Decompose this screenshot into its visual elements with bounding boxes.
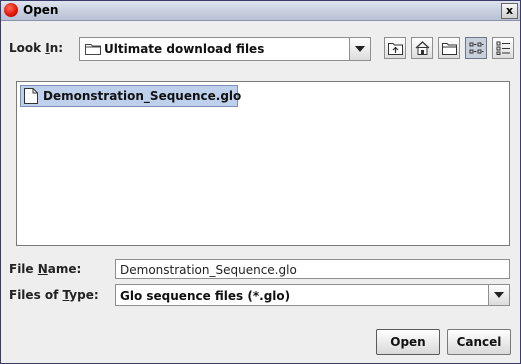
file-name-label-mnemonic: N [37, 262, 48, 276]
list-view-button[interactable] [465, 37, 487, 59]
chevron-down-icon [494, 292, 504, 298]
file-name-label-pre: File [9, 262, 38, 276]
details-view-button[interactable] [492, 37, 514, 59]
files-of-type-dropdown-button[interactable] [488, 285, 509, 305]
file-list[interactable]: Demonstration_Sequence.glo [16, 81, 510, 246]
cancel-button[interactable]: Cancel [447, 329, 511, 355]
file-name-label-post: ame: [47, 262, 82, 276]
up-one-level-icon [388, 43, 403, 55]
file-name-input-value: Demonstration_Sequence.glo [120, 263, 297, 277]
new-folder-button[interactable] [438, 37, 460, 59]
folder-icon [85, 44, 101, 55]
file-icon [24, 88, 38, 104]
files-of-type-label-pre: Files of [9, 288, 63, 302]
home-button[interactable] [411, 37, 433, 59]
file-name: Demonstration_Sequence.glo [43, 89, 242, 103]
files-of-type-value: Glo sequence files (*.glo) [120, 289, 291, 303]
list-view-icon [469, 42, 484, 54]
open-dialog: Open x Look In: Ultimate download files [0, 0, 521, 364]
up-one-level-button[interactable] [384, 37, 406, 59]
look-in-label: Look In: [9, 41, 63, 55]
file-name-input[interactable]: Demonstration_Sequence.glo [115, 259, 510, 279]
chevron-down-icon [355, 46, 365, 52]
files-of-type-label-post: ype: [69, 288, 99, 302]
title-bar[interactable]: Open x [1, 1, 520, 21]
home-icon [415, 41, 430, 55]
details-view-icon [496, 41, 510, 55]
new-folder-icon [442, 43, 457, 55]
file-name-label: File Name: [9, 262, 81, 276]
look-in-label-post: n: [49, 41, 64, 55]
look-in-value: Ultimate download files [104, 42, 265, 56]
look-in-dropdown-button[interactable] [349, 38, 370, 60]
look-in-combo[interactable]: Ultimate download files [79, 37, 371, 61]
app-icon [4, 3, 18, 17]
file-item-demonstration-sequence[interactable]: Demonstration_Sequence.glo [20, 85, 242, 107]
files-of-type-combo[interactable]: Glo sequence files (*.glo) [115, 284, 510, 306]
close-button[interactable]: x [501, 3, 518, 19]
open-button[interactable]: Open [376, 329, 440, 355]
dialog-title: Open [23, 3, 59, 17]
files-of-type-label: Files of Type: [9, 288, 99, 302]
look-in-label-pre: Look [9, 41, 46, 55]
